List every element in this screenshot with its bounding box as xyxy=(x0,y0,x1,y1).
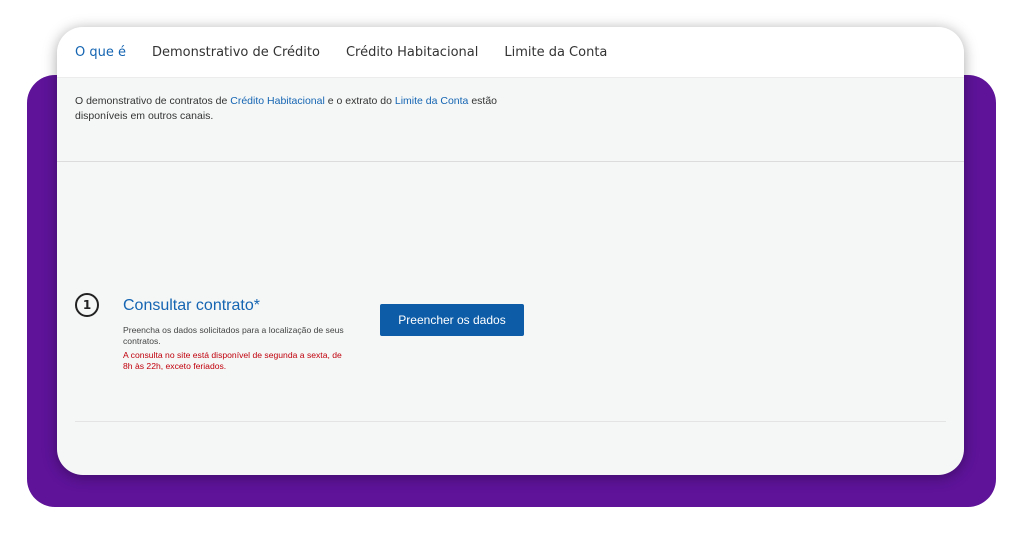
limite-da-conta-link[interactable]: Limite da Conta xyxy=(395,95,469,107)
tab-o-que-e[interactable]: O que é xyxy=(75,45,126,60)
tab-limite-da-conta[interactable]: Limite da Conta xyxy=(504,45,607,60)
step-number-badge: 1 xyxy=(75,293,99,317)
credito-habitacional-link[interactable]: Crédito Habitacional xyxy=(230,95,325,107)
fill-data-button[interactable]: Preencher os dados xyxy=(380,304,524,336)
step-title: Consultar contrato* xyxy=(123,297,260,314)
intro-text: O demonstrativo de contratos de Crédito … xyxy=(75,94,525,124)
content-card: O que é Demonstrativo de Crédito Crédito… xyxy=(57,27,964,475)
intro-text-part1: O demonstrativo de contratos de xyxy=(75,95,231,107)
step-description: Preencha os dados solicitados para a loc… xyxy=(123,325,344,346)
tab-demonstrativo-de-credito[interactable]: Demonstrativo de Crédito xyxy=(152,45,320,60)
intro-section: O demonstrativo de contratos de Crédito … xyxy=(57,78,964,162)
availability-warning: A consulta no site está disponível de se… xyxy=(123,350,342,371)
section-divider xyxy=(75,421,946,422)
intro-text-part2: e o extrato do xyxy=(324,95,395,107)
tab-credito-habitacional[interactable]: Crédito Habitacional xyxy=(346,45,478,60)
tab-bar: O que é Demonstrativo de Crédito Crédito… xyxy=(57,27,964,78)
